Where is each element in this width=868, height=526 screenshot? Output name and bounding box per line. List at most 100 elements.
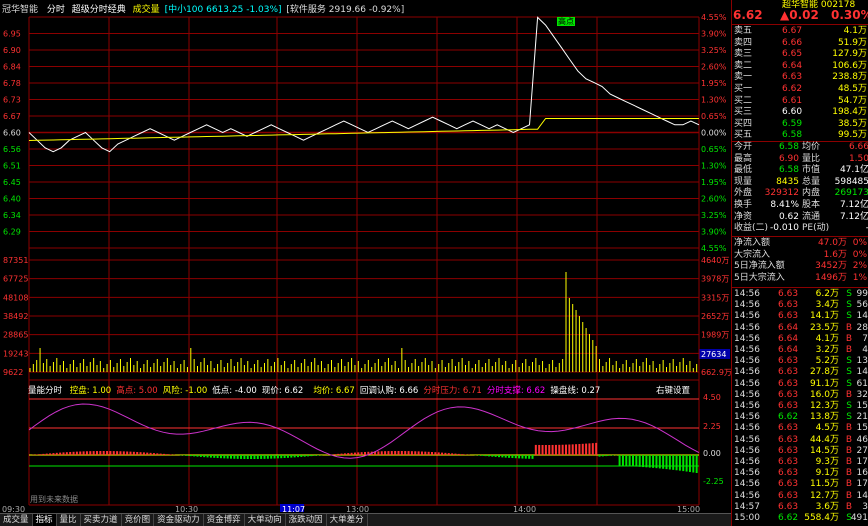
trade-side: S: [846, 300, 852, 311]
bid-price: 6.61: [782, 95, 803, 106]
tab-7[interactable]: 大单动向: [245, 514, 286, 526]
trade-count: 32: [856, 389, 868, 400]
trade-side: B: [845, 479, 852, 490]
tab-0[interactable]: 成交量: [0, 514, 33, 526]
ask-level: 卖一 6.63 238.8万: [732, 72, 868, 84]
trade-time: 14:56: [734, 457, 760, 467]
stat-label: 总量: [802, 176, 821, 187]
ask-label: 卖一: [734, 72, 753, 82]
trade-side: B: [845, 468, 852, 479]
trade-price: 6.63: [778, 457, 799, 467]
trade-time: 14:56: [734, 401, 760, 411]
tab-9[interactable]: 大单差分: [327, 514, 368, 526]
pct-tick-label: 0.65%: [701, 145, 727, 154]
trade-row: 14:56 6.63 91.1万 S 61: [732, 379, 868, 391]
trade-count: 491: [850, 513, 868, 523]
trade-row: 14:56 6.63 11.5万 B 17: [732, 479, 868, 491]
ask-price: 6.67: [782, 26, 803, 36]
bid-volume: 38.5万: [837, 118, 867, 129]
flow-value: 1.6万: [823, 249, 847, 260]
volume-tick-label: 87351: [3, 256, 28, 265]
stat-label: 流通: [802, 211, 821, 222]
trade-side: B: [845, 457, 852, 467]
volume-marker-label: 27634: [701, 350, 726, 359]
indicator-legend-item: 高点: 5.00: [116, 386, 158, 396]
trade-volume: 4.5万: [815, 423, 839, 434]
trade-side: S: [846, 356, 852, 367]
tab-1[interactable]: 指标: [32, 514, 57, 526]
trade-count: 14: [856, 490, 868, 501]
ask-level: 卖四 6.66 51.9万: [732, 38, 868, 50]
last-price: 6.62: [733, 8, 763, 22]
bid-volume: 48.5万: [837, 84, 867, 94]
price-tick-label: 6.45: [3, 178, 21, 187]
stat-value: 7.12亿: [839, 200, 868, 210]
mode-super-intraday[interactable]: 超级分时经典: [72, 5, 126, 15]
price-tick-label: 6.84: [3, 63, 21, 72]
volume-tick-label-right: 1989万: [701, 331, 729, 340]
trade-volume: 91.1万: [809, 378, 839, 389]
trade-side: B: [845, 445, 852, 456]
trade-row: 14:56 6.64 23.5万 B 28: [732, 323, 868, 335]
tab-6[interactable]: 资金博弈: [204, 514, 245, 526]
indicator-volume[interactable]: 成交量: [133, 5, 160, 15]
trade-row: 14:56 6.63 12.7万 B 14: [732, 491, 868, 503]
trade-row: 14:56 6.62 13.8万 S 21: [732, 412, 868, 424]
tab-4[interactable]: 竞价图: [122, 514, 155, 526]
settings-link[interactable]: 右键设置: [656, 384, 690, 396]
indicator-legend-item: 分时压力: 6.71: [423, 386, 482, 396]
stat-value: 8.41%: [770, 200, 799, 210]
volume-tick-label: 38492: [3, 312, 28, 321]
trade-price: 6.63: [778, 378, 799, 389]
stat-label: 外盘: [734, 188, 753, 198]
trade-count: 7: [862, 333, 868, 344]
ask-level: 卖二 6.64 106.6万: [732, 61, 868, 73]
trade-time: 14:56: [734, 479, 760, 490]
sector-info: [软件服务 2919.66 -0.92%]: [286, 5, 405, 15]
ask-label: 卖四: [734, 37, 753, 48]
indicator-legend-item: 操盘线: 0.27: [550, 386, 601, 396]
ask-price: 6.63: [782, 72, 803, 82]
trade-time: 14:57: [734, 501, 760, 512]
pct-tick-label: 0.00%: [701, 129, 727, 138]
intraday-chart-area[interactable]: 6.95 6.90 6.84 6.78 6.73 6.67 6.60 6.56 6.51 6.45…: [0, 0, 731, 512]
tick-trades[interactable]: 14:56 6.63 6.2万 S 99 14:56 6.63 3.4万 S 56 14:56 6.6…: [732, 289, 868, 526]
trade-row: 14:56 6.64 3.2万 B 4: [732, 345, 868, 357]
stat-label: 最低: [734, 165, 753, 175]
trade-price: 6.63: [778, 356, 799, 367]
trade-row: 14:56 6.63 27.8万 S 14: [732, 367, 868, 379]
trade-volume: 11.5万: [809, 479, 839, 490]
trade-volume: 3.6万: [815, 501, 839, 512]
volume-tick-label-right: 4640万: [701, 256, 729, 265]
trade-price: 6.63: [778, 434, 799, 445]
trade-volume: 4.1万: [815, 333, 839, 344]
tab-3[interactable]: 买卖力道: [81, 514, 122, 526]
trade-count: 99: [856, 289, 868, 299]
volume-tick-label-right: 3978万: [701, 275, 729, 284]
pct-tick-label: 1.30%: [701, 96, 727, 105]
price-tick-label: 6.90: [3, 46, 21, 55]
tab-2[interactable]: 量比: [57, 514, 81, 526]
trade-side: S: [846, 367, 852, 378]
trade-count: 17: [856, 479, 868, 490]
volume-tick-label: 48108: [3, 293, 28, 302]
intraday-chart-svg[interactable]: 6.95 6.90 6.84 6.78 6.73 6.67 6.60 6.56 6.51 6.45…: [0, 0, 731, 512]
stat-value: 6.66: [848, 142, 868, 152]
tab-8[interactable]: 涨跌动因: [286, 514, 327, 526]
indicator-legend-item: 回调认购: 6.66: [359, 386, 419, 396]
stat-value: 269173: [834, 188, 868, 198]
indicator-tick-label: -2.25: [703, 477, 724, 486]
trade-price: 6.63: [778, 479, 799, 490]
bid-label: 买三: [734, 107, 753, 117]
bid-label: 买四: [734, 118, 753, 129]
stat-label: 市值: [802, 165, 821, 175]
bid-price: 6.59: [782, 118, 803, 129]
time-tick-label: 11:07: [282, 505, 305, 512]
tab-5[interactable]: 资金驱动力: [154, 514, 204, 526]
volume-tick-label: 9622: [3, 368, 23, 377]
ask-label: 卖二: [734, 60, 753, 71]
stat-label: 净资: [734, 211, 753, 222]
trade-time: 14:56: [734, 333, 760, 344]
stat-value: 6.58: [778, 142, 799, 152]
mode-intraday[interactable]: 分时: [47, 5, 65, 15]
